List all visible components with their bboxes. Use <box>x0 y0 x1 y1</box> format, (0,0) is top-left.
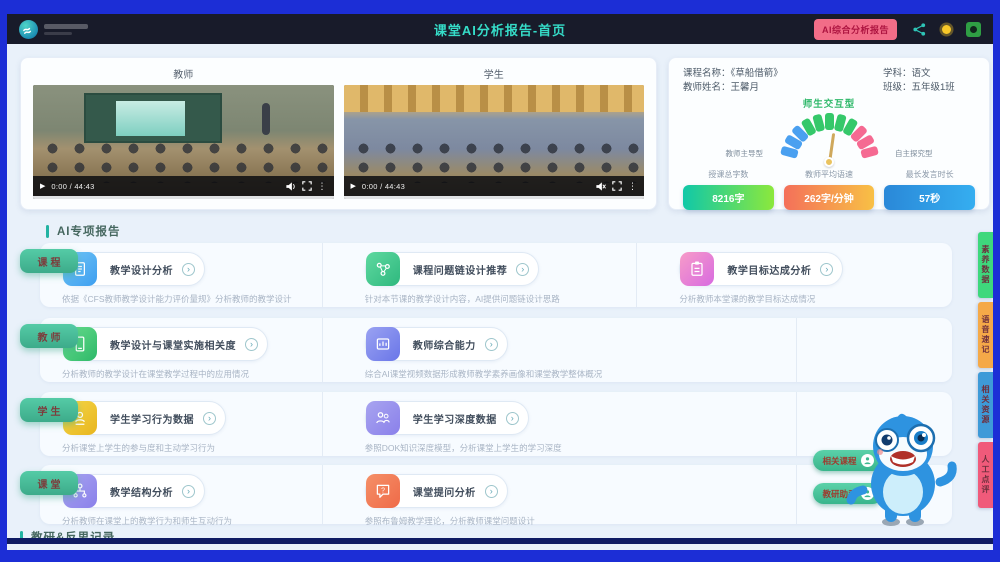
card-classroom-questioning-analysis[interactable]: ? 课堂提问分析 <box>365 474 508 508</box>
question-icon: ? <box>366 474 400 508</box>
share-icon[interactable] <box>912 22 927 37</box>
side-tab-data[interactable]: 素养数据 <box>978 232 993 298</box>
main-content: 教师 ▶ 0:00 / 44:43 ⋮ 学生 <box>7 44 993 544</box>
student-video-controls: ▶ 0:00 / 44:43 ⋮ <box>344 176 645 196</box>
tag-course: 课程 <box>20 249 78 273</box>
student-video-player[interactable]: ▶ 0:00 / 44:43 ⋮ <box>344 85 645 199</box>
card-info-icon[interactable] <box>485 338 498 351</box>
video-progress-bar[interactable] <box>33 196 334 199</box>
card-info-icon[interactable] <box>203 412 216 425</box>
video-panel: 教师 ▶ 0:00 / 44:43 ⋮ 学生 <box>20 57 657 210</box>
gauge-hub <box>824 157 834 167</box>
gauge-left-label: 教师主导型 <box>726 148 764 165</box>
class-name: 班级：五年级1班 <box>883 81 975 95</box>
app-window: 课堂AI分析报告-首页 AI综合分析报告 教师 ▶ 0:00 / 44:43 <box>7 14 993 550</box>
footer-strip <box>7 538 993 544</box>
stat-value-badge[interactable]: 262字/分钟 <box>784 185 875 210</box>
mascot-assistant[interactable] <box>845 412 963 528</box>
video-time: 0:00 / 44:43 <box>362 182 405 191</box>
card-info-icon[interactable] <box>245 338 258 351</box>
play-icon[interactable]: ▶ <box>40 182 45 190</box>
card-info-icon[interactable] <box>182 263 195 276</box>
card-info-icon[interactable] <box>516 263 529 276</box>
card-teaching-structure-analysis[interactable]: 教学结构分析 <box>62 474 205 508</box>
interaction-gauge <box>769 111 889 165</box>
subject: 学科：语文 <box>883 67 975 81</box>
gauge-right-label: 自主探究型 <box>895 148 933 165</box>
video-menu-icon[interactable]: ⋮ <box>628 182 637 191</box>
play-icon[interactable]: ▶ <box>351 182 356 190</box>
profile-card-icon <box>366 327 400 361</box>
report-row-student: 学生学习行为数据 分析课堂上学生的参与度和主动学习行为 学生学习深度数据 参照D… <box>40 392 952 456</box>
course-info-panel: 课程名称：《草船借箭》 学科：语文 教师姓名：王馨月 班级：五年级1班 师生交互… <box>668 57 990 210</box>
svg-text:?: ? <box>381 487 385 494</box>
stat-value-badge[interactable]: 57秒 <box>884 185 975 210</box>
card-info-icon[interactable] <box>485 485 498 498</box>
tag-student: 学生 <box>20 398 78 422</box>
header-bar: 课堂AI分析报告-首页 AI综合分析报告 <box>7 14 993 44</box>
people-icon <box>366 401 400 435</box>
card-teacher-comprehensive-ability[interactable]: 教师综合能力 <box>365 327 508 361</box>
card-teaching-design-analysis[interactable]: 教学设计分析 <box>62 252 205 286</box>
teacher-name: 教师姓名：王馨月 <box>683 81 759 95</box>
clipboard-icon <box>680 252 714 286</box>
report-row-course: 教学设计分析 依据《CFS教师教学设计能力评价量规》分析教师的教学设计 课程问题… <box>40 243 952 307</box>
fullscreen-icon[interactable] <box>302 181 312 191</box>
ai-report-button[interactable]: AI综合分析报告 <box>814 19 897 40</box>
report-row-teacher: 教学设计与课堂实施相关度 分析教师的教学设计在课堂教学过程中的应用情况 教师综合… <box>40 318 952 382</box>
ai-reports-section-title: AI专项报告 <box>46 223 121 239</box>
student-video-label: 学生 <box>344 64 645 85</box>
tag-classroom: 课堂 <box>20 471 78 495</box>
card-student-learning-depth-data[interactable]: 学生学习深度数据 <box>365 401 529 435</box>
stat-speech-rate: 教师平均语速 262字/分钟 <box>784 169 875 210</box>
tag-teacher: 教师 <box>20 324 78 348</box>
card-student-behavior-data[interactable]: 学生学习行为数据 <box>62 401 226 435</box>
screen-mode-icon[interactable] <box>966 22 981 37</box>
volume-icon[interactable] <box>285 181 296 192</box>
stat-total-words: 授课总字数 8216字 <box>683 169 774 210</box>
volume-muted-icon[interactable] <box>595 181 606 192</box>
teacher-video-player[interactable]: ▶ 0:00 / 44:43 ⋮ <box>33 85 334 199</box>
card-goal-achievement-analysis[interactable]: 教学目标达成分析 <box>679 252 843 286</box>
teacher-video-controls: ▶ 0:00 / 44:43 ⋮ <box>33 176 334 196</box>
video-menu-icon[interactable]: ⋮ <box>318 182 327 191</box>
video-time: 0:00 / 44:43 <box>51 182 94 191</box>
chain-icon <box>366 252 400 286</box>
card-info-icon[interactable] <box>182 485 195 498</box>
video-progress-bar[interactable] <box>344 196 645 199</box>
side-tab-resources[interactable]: 相关资源 <box>978 372 993 438</box>
card-info-icon[interactable] <box>506 412 519 425</box>
stat-value-badge[interactable]: 8216字 <box>683 185 774 210</box>
gauge-title: 师生交互型 <box>683 96 975 110</box>
sun-theme-icon[interactable] <box>942 25 951 34</box>
course-name: 课程名称：《草船借箭》 <box>683 67 783 81</box>
side-tab-voice[interactable]: 语音速记 <box>978 302 993 368</box>
teacher-video-label: 教师 <box>33 64 334 85</box>
card-info-icon[interactable] <box>820 263 833 276</box>
side-tab-review[interactable]: 人工点评 <box>978 442 993 508</box>
fullscreen-icon[interactable] <box>612 181 622 191</box>
stat-longest-speech: 最长发言时长 57秒 <box>884 169 975 210</box>
card-question-chain-recommendation[interactable]: 课程问题链设计推荐 <box>365 252 540 286</box>
card-design-implementation-correlation[interactable]: 教学设计与课堂实施相关度 <box>62 327 268 361</box>
